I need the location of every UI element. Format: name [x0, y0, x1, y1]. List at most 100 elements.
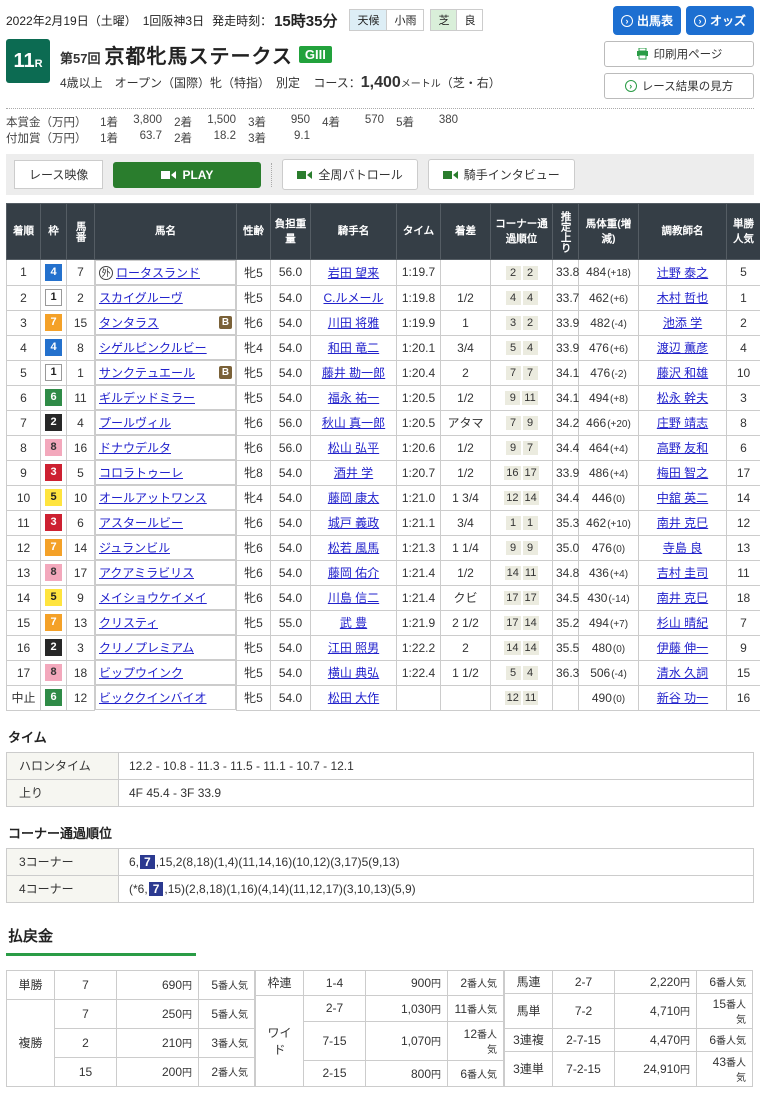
- carried-weight: 54.0: [271, 510, 311, 535]
- trainer-link[interactable]: 新谷 功一: [657, 691, 708, 705]
- margin: 3/4: [441, 510, 491, 535]
- corner-order-cell: 911: [491, 385, 553, 410]
- jockey-cell: 和田 竜二: [311, 335, 397, 360]
- trainer-link[interactable]: 梅田 智之: [657, 466, 708, 480]
- patrol-video-button[interactable]: 全周パトロール: [282, 159, 417, 190]
- trainer-link[interactable]: 木村 哲也: [657, 291, 708, 305]
- horse-name-link[interactable]: サンクテュエール: [99, 364, 195, 381]
- trainer-link[interactable]: 中舘 英二: [657, 491, 708, 505]
- jockey-link[interactable]: 酒井 学: [334, 466, 373, 480]
- jockey-link[interactable]: 城戸 義政: [328, 516, 379, 530]
- trainer-link[interactable]: 杉山 晴紀: [657, 616, 708, 630]
- finish-position: 9: [7, 460, 41, 485]
- trainer-cell: 藤沢 和雄: [639, 360, 727, 385]
- payout-popularity: 12番人気: [448, 1021, 504, 1060]
- carried-weight: 56.0: [271, 410, 311, 435]
- carried-weight: 54.0: [271, 285, 311, 310]
- jockey-link[interactable]: 川島 信二: [328, 591, 379, 605]
- race-title-row: 11R 第57回 京都牝馬ステークス GIII 4歳以上 オープン（国際）牝（特…: [6, 39, 501, 92]
- finish-time: [397, 685, 441, 710]
- sex-age: 牝5: [237, 660, 271, 685]
- sex-age: 牝5: [237, 260, 271, 286]
- header-jockey: 騎手名: [311, 204, 397, 260]
- trainer-cell: 梅田 智之: [639, 460, 727, 485]
- carried-weight: 54.0: [271, 335, 311, 360]
- jockey-link[interactable]: C.ルメール: [323, 291, 383, 305]
- trainer-link[interactable]: 松永 幹夫: [657, 391, 708, 405]
- payout-amount: 900円: [366, 970, 448, 996]
- horse-name-link[interactable]: コロラトゥーレ: [99, 464, 183, 481]
- horse-name-link[interactable]: アスタールビー: [99, 514, 183, 531]
- horse-name-link[interactable]: アクアミラビリス: [99, 564, 194, 581]
- win-popularity: 10: [727, 360, 760, 385]
- bracket-badge: 2: [45, 414, 62, 431]
- jockey-link[interactable]: 横山 典弘: [328, 666, 379, 680]
- jockey-cell: 武 豊: [311, 610, 397, 635]
- jockey-cell: 松若 風馬: [311, 535, 397, 560]
- popularity-suffix: 番人気: [716, 1036, 746, 1047]
- jockey-link[interactable]: 松田 大作: [328, 691, 379, 705]
- trainer-link[interactable]: 庄野 靖志: [657, 416, 708, 430]
- yen-suffix: 円: [680, 1036, 690, 1047]
- corner-order-cell: 1714: [491, 610, 553, 635]
- jockey-link[interactable]: 福永 祐一: [328, 391, 379, 405]
- horse-name-link[interactable]: ロータスランド: [116, 264, 200, 281]
- jockey-interview-button[interactable]: 騎手インタビュー: [428, 159, 575, 190]
- payout-popularity: 2番人気: [448, 970, 504, 996]
- jockey-link[interactable]: 川田 将雅: [328, 316, 379, 330]
- jockey-link[interactable]: 松山 弘平: [328, 441, 379, 455]
- trainer-link[interactable]: 南井 克巳: [657, 591, 708, 605]
- horse-name-link[interactable]: タンタラス: [99, 314, 159, 331]
- trainer-link[interactable]: 池添 学: [663, 316, 702, 330]
- jockey-link[interactable]: 岩田 望来: [328, 266, 379, 280]
- horse-name-link[interactable]: ドナウデルタ: [99, 439, 171, 456]
- prize-rank: 4着: [310, 114, 340, 130]
- trainer-link[interactable]: 南井 克巳: [657, 516, 708, 530]
- jockey-link[interactable]: 藤井 勘一郎: [322, 366, 385, 380]
- jockey-link[interactable]: 松若 風馬: [328, 541, 379, 555]
- horse-name-link[interactable]: メイショウケイメイ: [99, 589, 207, 606]
- play-button[interactable]: PLAY: [113, 162, 261, 188]
- jockey-link[interactable]: 江田 照男: [328, 641, 379, 655]
- trainer-link[interactable]: 清水 久詞: [657, 666, 708, 680]
- jockey-link[interactable]: 秋山 真一郎: [322, 416, 385, 430]
- horse-number: 5: [67, 460, 95, 485]
- bracket-cell: 7: [41, 535, 67, 560]
- entries-button[interactable]: ›出馬表: [613, 6, 681, 35]
- carried-weight: 54.0: [271, 585, 311, 610]
- horse-name-link[interactable]: クリスティ: [99, 614, 158, 631]
- result-guide-button[interactable]: › レース結果の見方: [604, 73, 754, 99]
- horse-name-link[interactable]: クリノプレミアム: [99, 639, 194, 656]
- trainer-link[interactable]: 辻野 泰之: [657, 266, 708, 280]
- jockey-link[interactable]: 武 豊: [340, 616, 367, 630]
- corner-position: 14: [504, 641, 520, 655]
- time-table: ハロンタイム12.2 - 10.8 - 11.3 - 11.5 - 11.1 -…: [6, 752, 754, 807]
- horse-name-link[interactable]: ジュランビル: [99, 539, 170, 556]
- trainer-link[interactable]: 高野 友和: [657, 441, 708, 455]
- horse-name-link[interactable]: ギルデッドミラー: [99, 389, 195, 406]
- jockey-link[interactable]: 和田 竜二: [328, 341, 379, 355]
- payout-combination: 7: [55, 999, 117, 1028]
- trainer-link[interactable]: 寺島 良: [663, 541, 702, 555]
- odds-button[interactable]: ›オッズ: [686, 6, 754, 35]
- trainer-link[interactable]: 藤沢 和雄: [657, 366, 708, 380]
- print-page-button[interactable]: 印刷用ページ: [604, 41, 754, 67]
- horse-name-link[interactable]: スカイグルーヴ: [99, 289, 183, 306]
- bracket-badge: 8: [45, 439, 62, 456]
- trainer-link[interactable]: 渡辺 薫彦: [657, 341, 708, 355]
- horse-name-link[interactable]: オールアットワンス: [99, 489, 207, 506]
- jockey-link[interactable]: 藤岡 佑介: [328, 566, 379, 580]
- grade-badge: GIII: [299, 46, 332, 63]
- trainer-cell: 清水 久詞: [639, 660, 727, 685]
- horse-name-link[interactable]: シゲルピンクルビー: [99, 339, 207, 356]
- trainer-link[interactable]: 伊藤 伸一: [657, 641, 708, 655]
- table-row: 17818ビップウインク牝554.0横山 典弘1:22.41 1/25436.3…: [7, 660, 760, 685]
- horse-name-link[interactable]: プールヴィル: [99, 414, 171, 431]
- jockey-link[interactable]: 藤岡 康太: [328, 491, 379, 505]
- table-row: 6611ギルデッドミラー牝554.0福永 祐一1:20.51/291134.14…: [7, 385, 760, 410]
- horse-name-link[interactable]: ビッククインバイオ: [99, 689, 207, 706]
- horse-name-link[interactable]: ビップウインク: [99, 664, 183, 681]
- trainer-link[interactable]: 吉村 圭司: [657, 566, 708, 580]
- video-camera-icon: [297, 170, 312, 180]
- corner-position: 2: [523, 266, 538, 280]
